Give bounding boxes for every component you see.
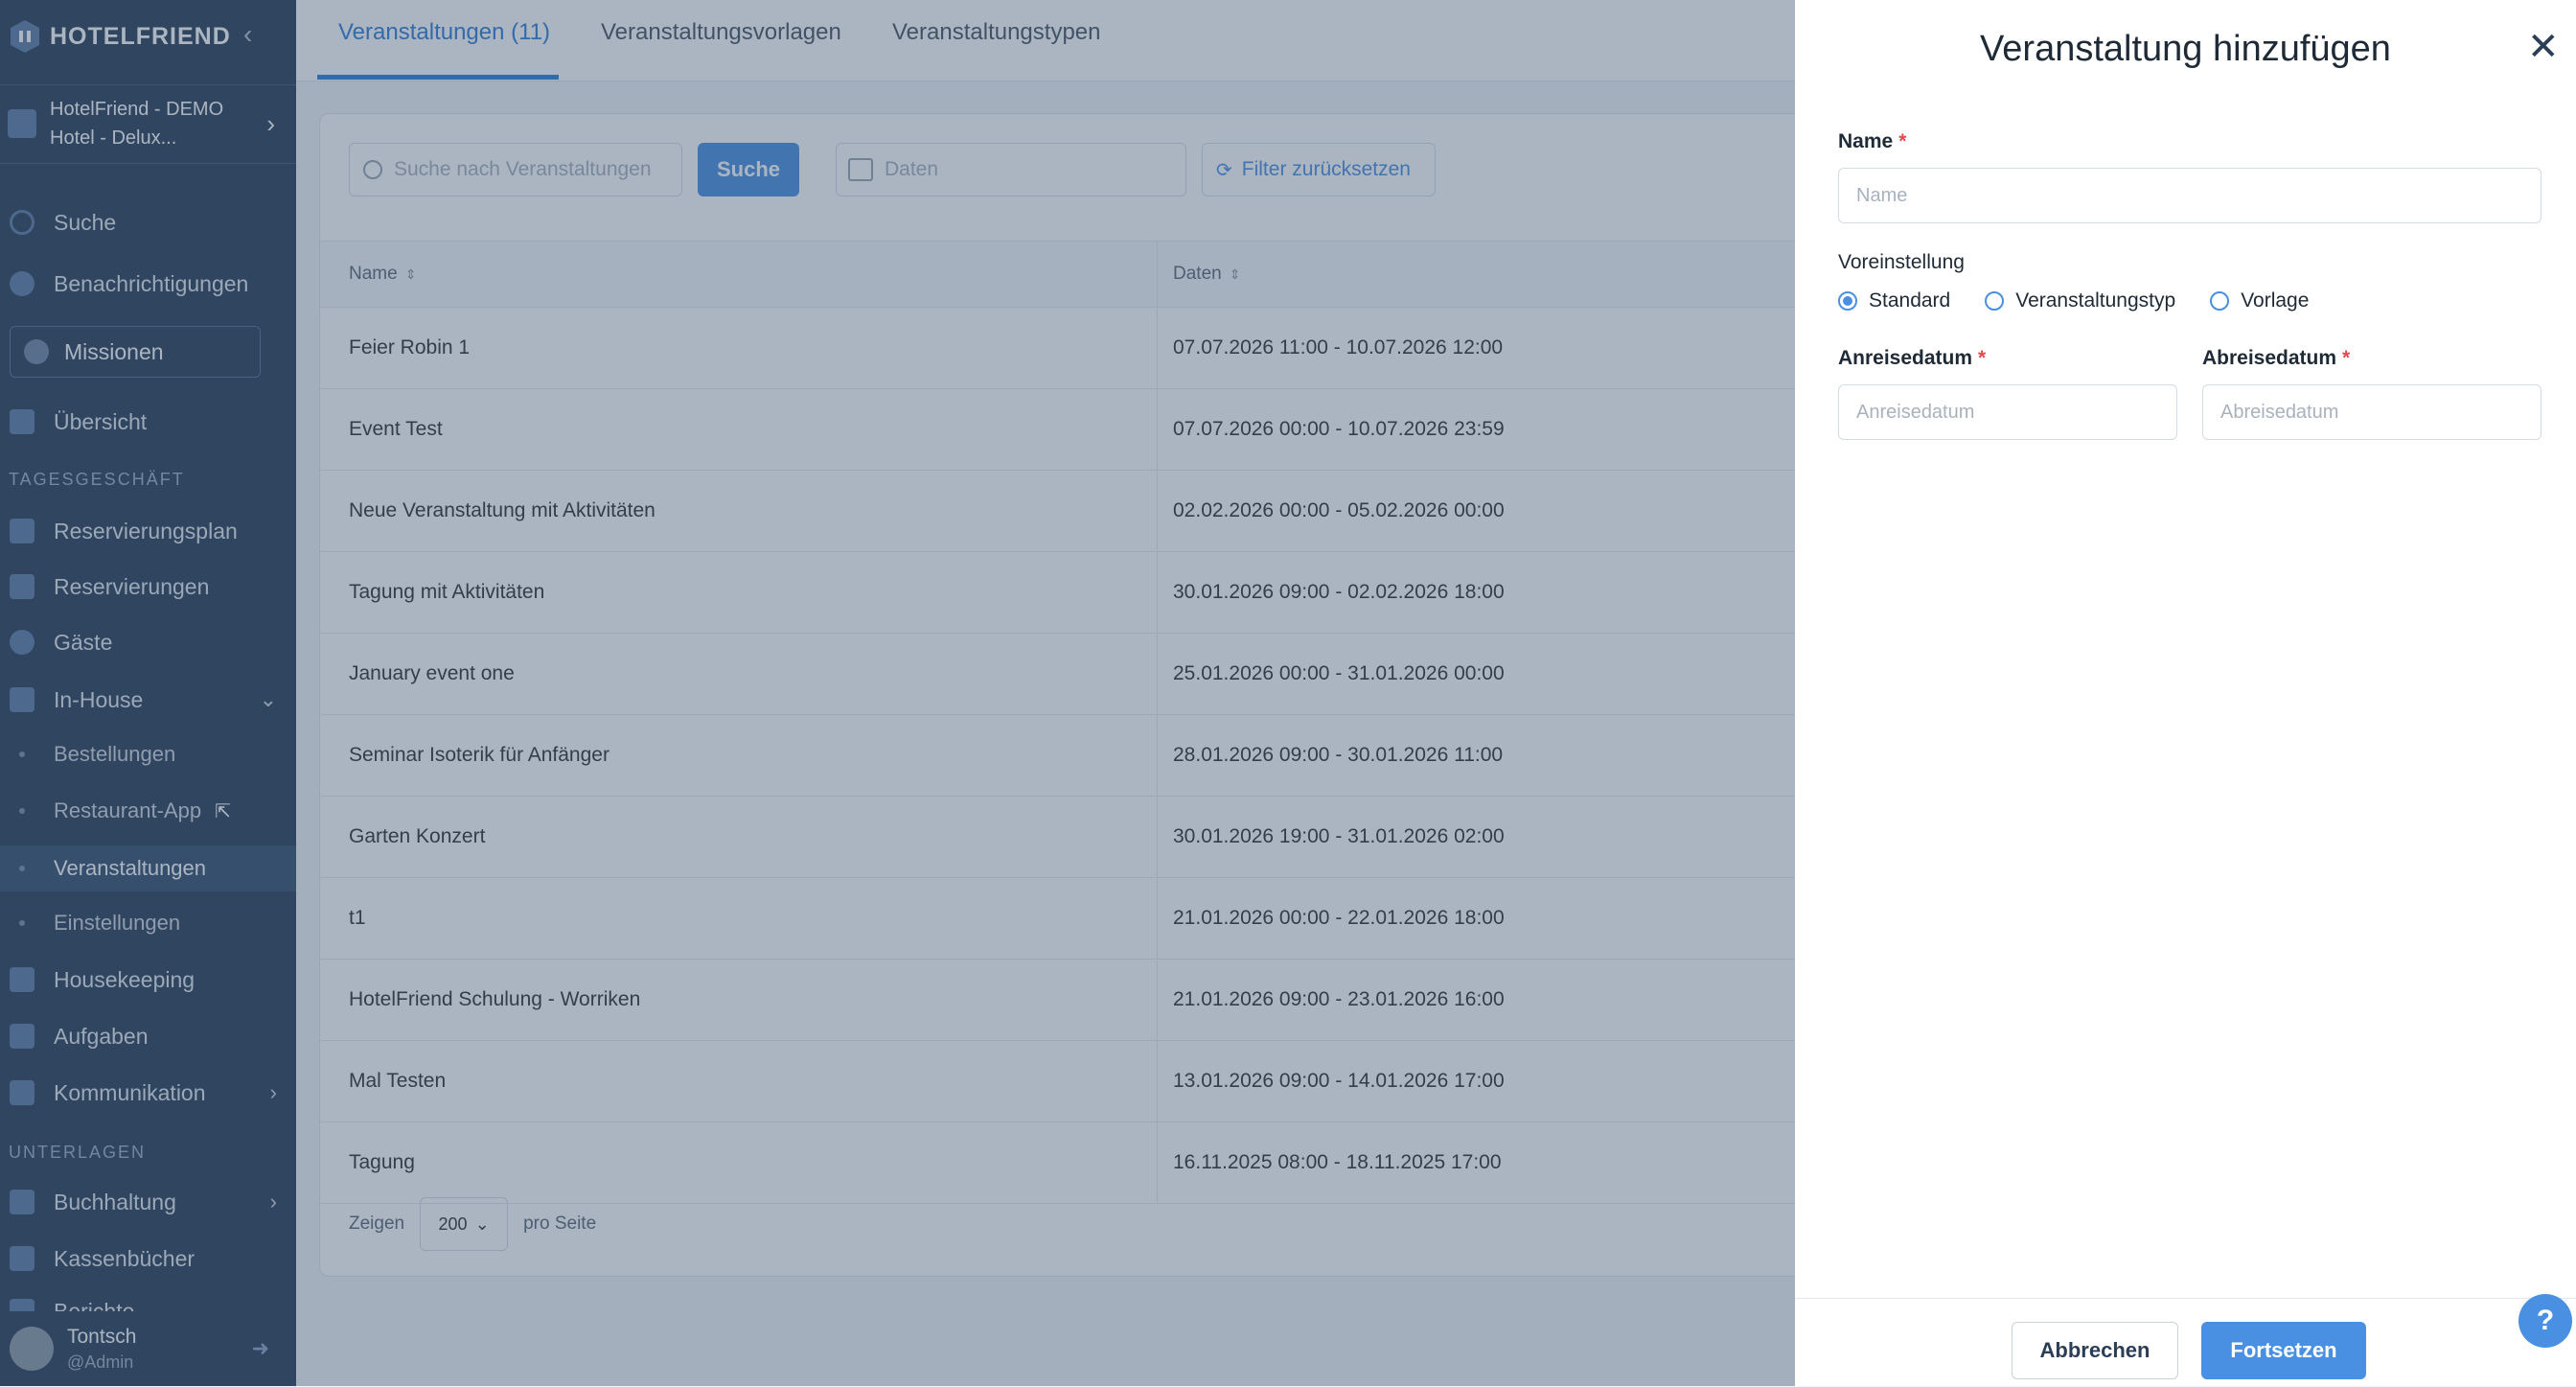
arrival-label: Anreisedatum * (1838, 347, 1986, 370)
radio-unchecked-icon (2210, 291, 2230, 311)
departure-label-text: Abreisedatum (2202, 347, 2337, 369)
help-button[interactable]: ? (2518, 1294, 2572, 1348)
radio-label: Veranstaltungstyp (2015, 289, 2176, 312)
radio-event-type[interactable]: Veranstaltungstyp (1985, 289, 2175, 312)
drawer-title: Veranstaltung hinzufügen (1980, 29, 2391, 69)
required-mark: * (2342, 347, 2351, 369)
cancel-button[interactable]: Abbrechen (2012, 1322, 2178, 1379)
name-label: Name * (1838, 130, 1906, 153)
drawer-footer: Abbrechen Fortsetzen (1795, 1298, 2576, 1387)
radio-unchecked-icon (1985, 291, 2005, 311)
continue-button[interactable]: Fortsetzen (2201, 1322, 2366, 1379)
required-mark: * (1978, 347, 1987, 369)
name-input[interactable]: Name (1838, 168, 2542, 223)
departure-label: Abreisedatum * (2202, 347, 2350, 370)
add-event-drawer: Veranstaltung hinzufügen ✕ Name * Name Vo… (1795, 0, 2576, 1386)
radio-checked-icon (1838, 291, 1857, 311)
required-mark: * (1898, 130, 1907, 152)
departure-placeholder: Abreisedatum (2220, 401, 2339, 423)
preset-radio-group: Standard Veranstaltungstyp Vorlage (1838, 289, 2343, 312)
departure-date-input[interactable]: Abreisedatum (2202, 384, 2542, 440)
name-placeholder: Name (1856, 184, 1908, 206)
arrival-label-text: Anreisedatum (1838, 347, 1973, 369)
radio-label: Standard (1869, 289, 1951, 312)
arrival-date-input[interactable]: Anreisedatum (1838, 384, 2177, 440)
name-label-text: Name (1838, 130, 1894, 152)
radio-template[interactable]: Vorlage (2210, 289, 2309, 312)
radio-standard[interactable]: Standard (1838, 289, 1950, 312)
close-icon[interactable]: ✕ (2527, 25, 2560, 69)
radio-label: Vorlage (2241, 289, 2310, 312)
arrival-placeholder: Anreisedatum (1856, 401, 1975, 423)
preset-label: Voreinstellung (1838, 251, 1965, 273)
